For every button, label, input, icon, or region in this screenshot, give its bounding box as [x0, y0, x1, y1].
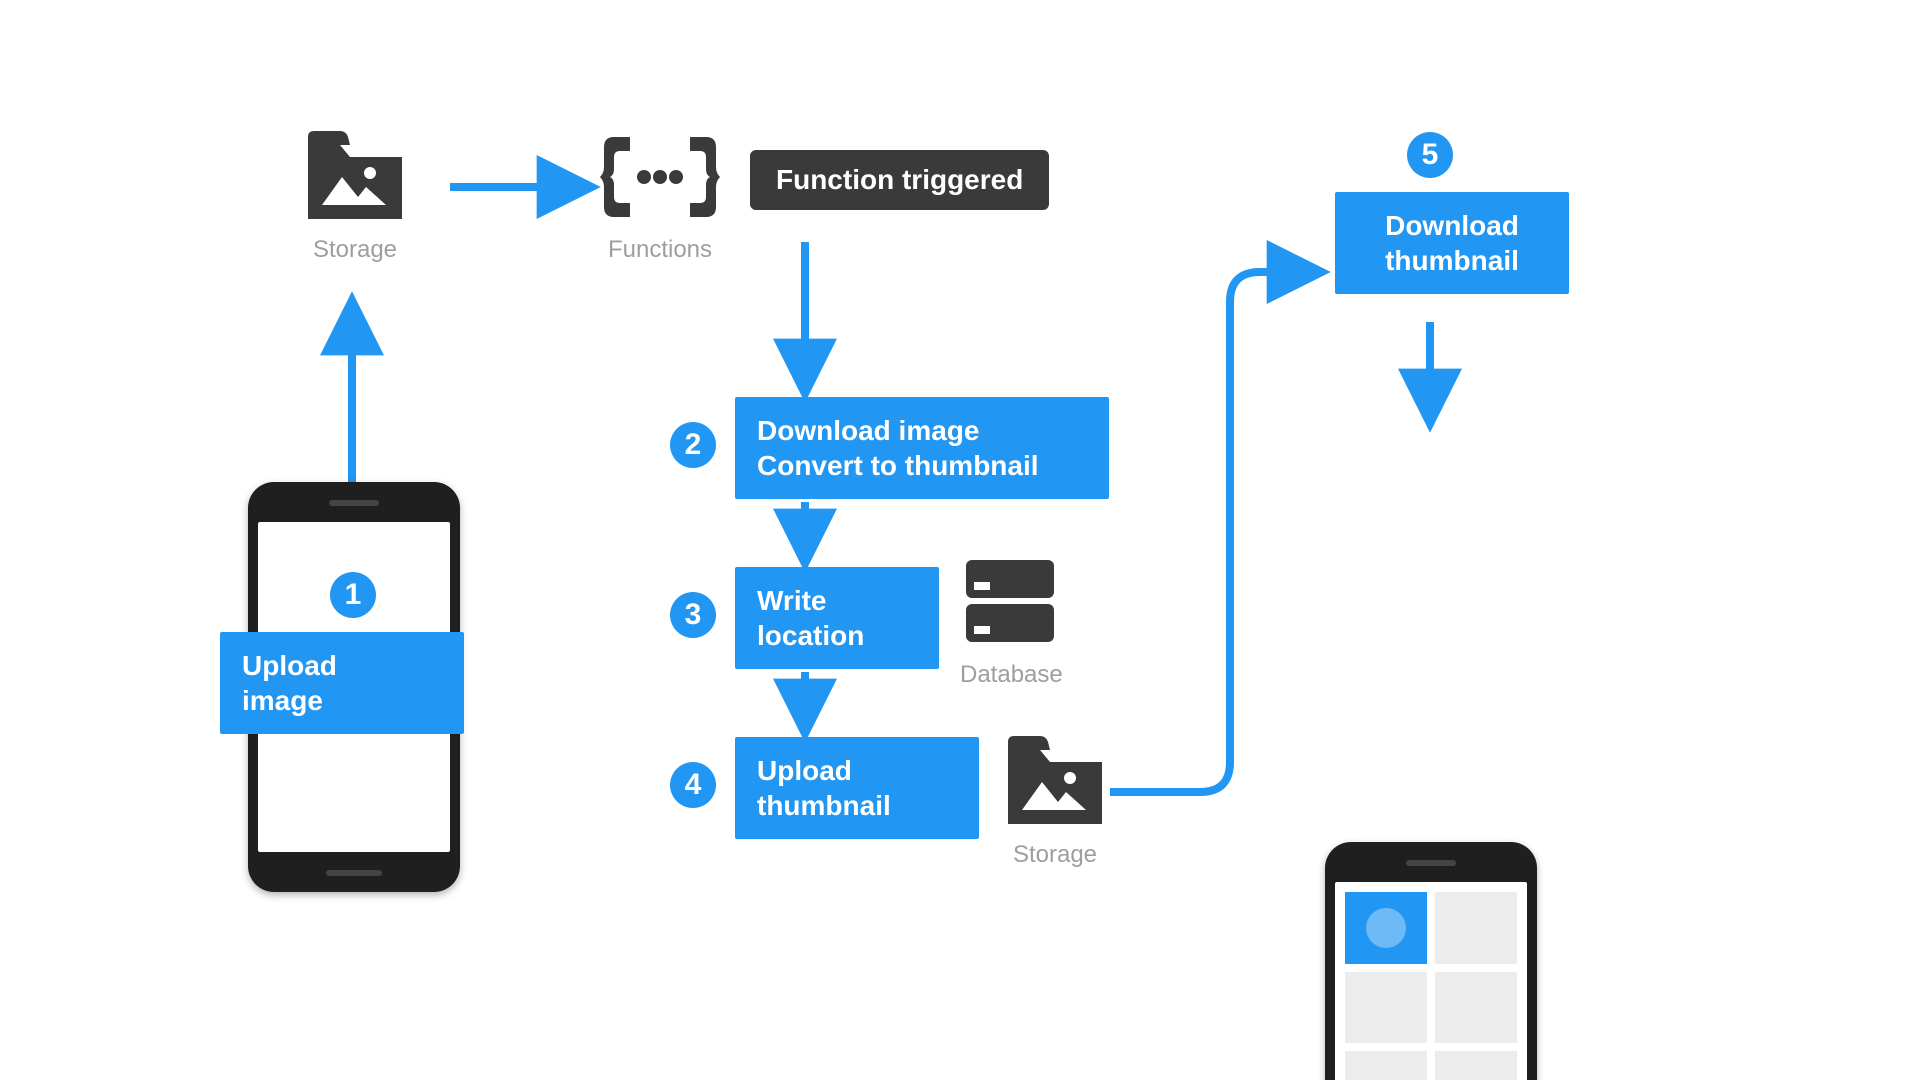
storage-bottom-label: Storage [1000, 841, 1110, 869]
storage-bottom-block: Storage [1000, 732, 1110, 869]
step-2-box: Download image Convert to thumbnail [735, 397, 1109, 499]
database-label: Database [960, 661, 1063, 689]
step-3-line2: location [757, 618, 917, 653]
database-icon [960, 552, 1060, 652]
step-1-line2: image [242, 683, 442, 718]
step-5-badge: 5 [1407, 132, 1453, 178]
phone-target-screen [1335, 882, 1527, 1080]
storage-folder-icon [300, 127, 410, 227]
step-3-num: 3 [685, 598, 702, 632]
step-2-line1: Download image [757, 413, 1087, 448]
functions-icon [600, 127, 720, 227]
step-5-num: 5 [1422, 138, 1439, 172]
step-3-line1: Write [757, 583, 917, 618]
step-4-line1: Upload [757, 753, 957, 788]
function-triggered-text: Function triggered [776, 164, 1023, 196]
step-4-badge: 4 [670, 762, 716, 808]
step-1-line1: Upload [242, 648, 442, 683]
grid-cell [1345, 1051, 1427, 1080]
step-3-box: Write location [735, 567, 939, 669]
step-5-line1: Download [1385, 208, 1519, 243]
step-1-box: Upload image [220, 632, 464, 734]
grid-cell [1435, 892, 1517, 964]
grid-cell-active [1345, 892, 1427, 964]
step-4-num: 4 [685, 768, 702, 802]
step-1-badge: 1 [330, 572, 376, 618]
functions-block: Functions [600, 127, 720, 264]
function-triggered-box: Function triggered [750, 150, 1049, 210]
step-5-line2: thumbnail [1385, 243, 1519, 278]
step-2-badge: 2 [670, 422, 716, 468]
step-2-line2: Convert to thumbnail [757, 448, 1087, 483]
database-block: Database [960, 552, 1063, 689]
step-2-num: 2 [685, 428, 702, 462]
diagram-canvas: Storage Functions Function triggered 1 [240, 132, 1680, 948]
storage-folder-icon [1000, 732, 1110, 832]
thumbnail-grid [1345, 892, 1517, 1080]
step-1-num: 1 [345, 578, 362, 612]
storage-top-label: Storage [300, 236, 410, 264]
grid-cell [1345, 972, 1427, 1044]
functions-label: Functions [600, 236, 720, 264]
grid-cell [1435, 972, 1517, 1044]
phone-target [1325, 842, 1537, 1080]
step-3-badge: 3 [670, 592, 716, 638]
step-5-box: Download thumbnail [1335, 192, 1569, 294]
step-4-box: Upload thumbnail [735, 737, 979, 839]
grid-cell [1435, 1051, 1517, 1080]
step-4-line2: thumbnail [757, 788, 957, 823]
storage-top-block: Storage [300, 127, 410, 264]
